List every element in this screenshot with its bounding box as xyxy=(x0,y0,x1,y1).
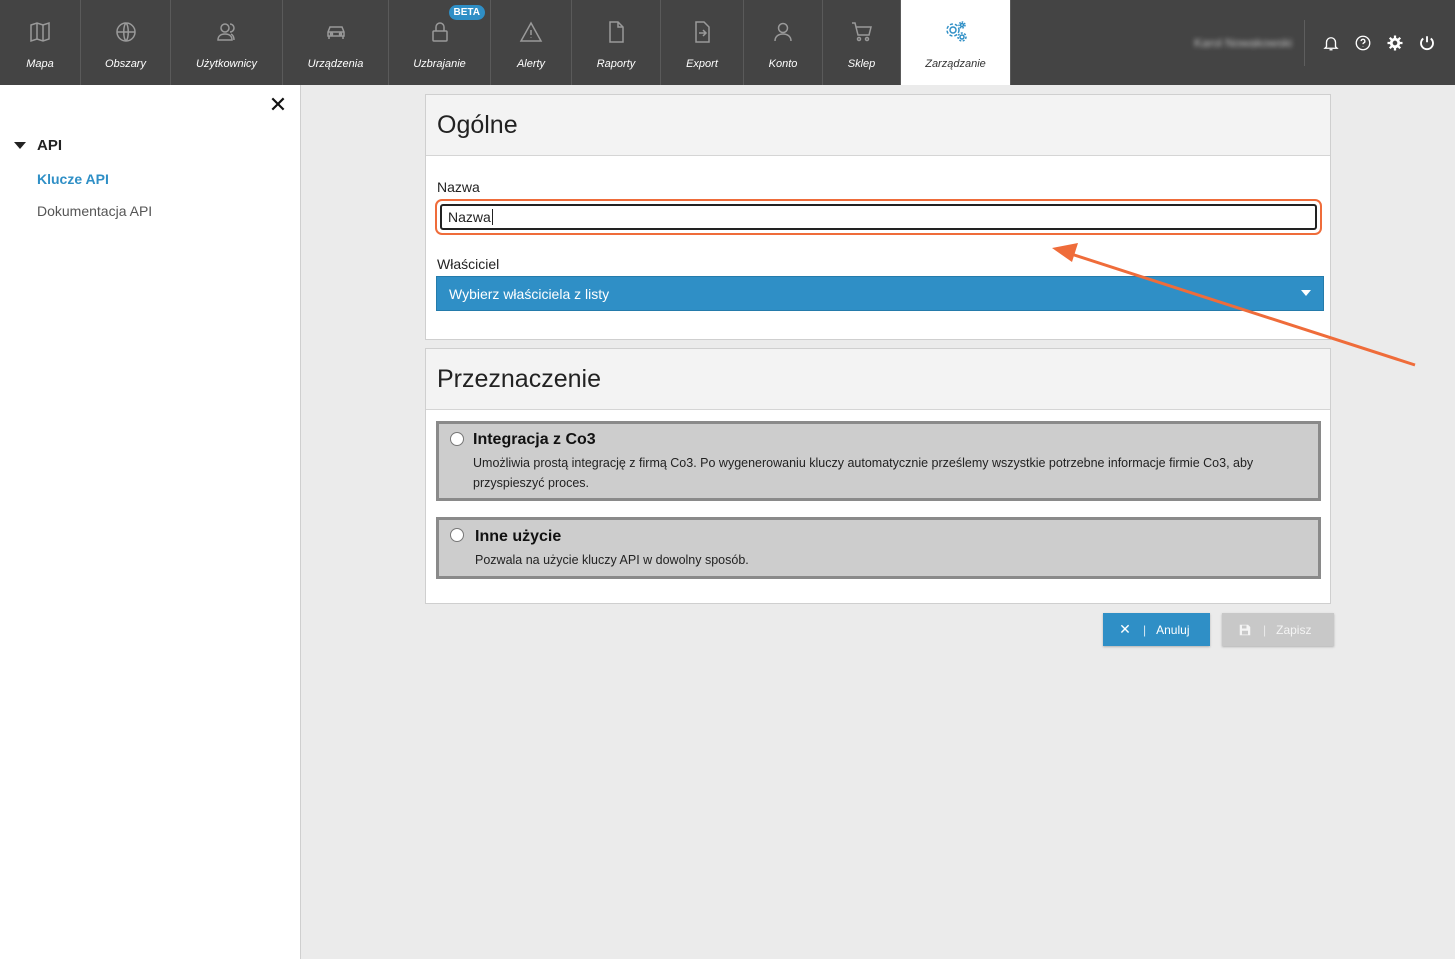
nav-label: Mapa xyxy=(26,58,54,70)
purpose-panel: Przeznaczenie Integracja z Co3 Umożliwia… xyxy=(425,348,1331,604)
panel-title: Ogólne xyxy=(426,95,1330,156)
nav-label: Alerty xyxy=(516,58,546,70)
option-description: Umożliwia prostą integrację z firmą Co3.… xyxy=(473,456,1254,490)
chevron-down-icon xyxy=(1301,290,1311,296)
cart-icon xyxy=(850,20,874,44)
nav-label: Uzbrajanie xyxy=(413,58,466,70)
top-right-tools: Karol Nowakowski xyxy=(1194,0,1455,85)
nav-item-obszary[interactable]: Obszary xyxy=(81,0,171,85)
general-panel: Ogólne Nazwa Nazwa Właściciel Wybierz wł… xyxy=(425,94,1331,340)
option-co3-integration[interactable]: Integracja z Co3 Umożliwia prostą integr… xyxy=(436,421,1321,501)
nav-item-alerty[interactable]: Alerty xyxy=(491,0,572,85)
option-other-use[interactable]: Inne użycie Pozwala na użycie kluczy API… xyxy=(436,517,1321,579)
sidebar: ✕ API Klucze API Dokumentacja API xyxy=(0,85,301,959)
nav-item-raporty[interactable]: Raporty xyxy=(572,0,661,85)
close-icon: ✕ xyxy=(1119,621,1131,637)
globe-icon xyxy=(114,20,138,44)
nav-label: Export xyxy=(686,58,718,70)
divider: | xyxy=(1143,622,1147,637)
name-field-highlight: Nazwa xyxy=(435,199,1322,235)
save-icon xyxy=(1237,622,1253,638)
radio-button[interactable] xyxy=(450,528,464,542)
save-button[interactable]: | Zapisz xyxy=(1222,613,1334,646)
cancel-label: Anuluj xyxy=(1156,622,1190,637)
top-navigation: Mapa Obszary Użytkownicy Urządzenia BETA… xyxy=(0,0,1455,85)
sidebar-item-klucze-api[interactable]: Klucze API xyxy=(37,171,109,187)
nav-item-uzbrajanie[interactable]: BETA Uzbrajanie xyxy=(389,0,491,85)
close-icon[interactable]: ✕ xyxy=(268,94,288,116)
nav-label: Obszary xyxy=(105,58,146,70)
nav-label: Urządzenia xyxy=(307,58,364,70)
beta-badge: BETA xyxy=(448,5,485,20)
sidebar-item-dokumentacja-api[interactable]: Dokumentacja API xyxy=(37,203,152,219)
export-icon xyxy=(690,20,714,44)
text-cursor xyxy=(491,209,493,225)
car-icon xyxy=(324,20,348,44)
nav-item-mapa[interactable]: Mapa xyxy=(0,0,81,85)
gears-icon xyxy=(944,20,968,44)
nav-item-export[interactable]: Export xyxy=(661,0,744,85)
owner-select-value: Wybierz właściciela z listy xyxy=(449,285,610,302)
lock-icon xyxy=(428,20,452,44)
help-icon[interactable] xyxy=(1347,27,1379,59)
document-icon xyxy=(604,20,628,44)
name-field-value: Nazwa xyxy=(448,209,491,225)
divider: | xyxy=(1263,622,1267,637)
name-label: Nazwa xyxy=(437,179,480,195)
user-icon xyxy=(771,20,795,44)
nav-label: Użytkownicy xyxy=(195,58,258,70)
panel-title: Przeznaczenie xyxy=(426,349,1330,410)
alert-icon xyxy=(519,20,543,44)
nav-item-uzytkownicy[interactable]: Użytkownicy xyxy=(171,0,283,85)
gear-icon[interactable] xyxy=(1379,27,1411,59)
nav-label: Raporty xyxy=(596,58,636,70)
sidebar-section-label: API xyxy=(37,137,63,154)
radio-button[interactable] xyxy=(450,432,464,446)
power-icon[interactable] xyxy=(1411,27,1443,59)
owner-select[interactable]: Wybierz właściciela z listy xyxy=(436,276,1324,311)
nav-label: Sklep xyxy=(847,58,876,70)
name-field[interactable]: Nazwa xyxy=(440,204,1317,230)
nav-item-sklep[interactable]: Sklep xyxy=(823,0,901,85)
nav-label: Konto xyxy=(768,58,798,70)
map-icon xyxy=(28,20,52,44)
bell-icon[interactable] xyxy=(1315,27,1347,59)
option-title: Inne użycie xyxy=(475,528,562,545)
username[interactable]: Karol Nowakowski xyxy=(1194,36,1292,50)
nav-item-konto[interactable]: Konto xyxy=(744,0,823,85)
caret-down-icon xyxy=(14,142,26,149)
save-label: Zapisz xyxy=(1276,622,1312,637)
nav-item-zarzadzanie[interactable]: Zarządzanie xyxy=(901,0,1011,85)
users-icon xyxy=(215,20,239,44)
nav-item-urzadzenia[interactable]: Urządzenia xyxy=(283,0,389,85)
owner-label: Właściciel xyxy=(437,256,500,272)
nav-label: Zarządzanie xyxy=(925,58,986,70)
sidebar-section-api[interactable]: API xyxy=(14,137,62,154)
cancel-button[interactable]: ✕ | Anuluj xyxy=(1103,613,1210,646)
option-description: Pozwala na użycie kluczy API w dowolny s… xyxy=(475,553,749,567)
option-title: Integracja z Co3 xyxy=(473,431,596,448)
divider xyxy=(1304,19,1305,66)
